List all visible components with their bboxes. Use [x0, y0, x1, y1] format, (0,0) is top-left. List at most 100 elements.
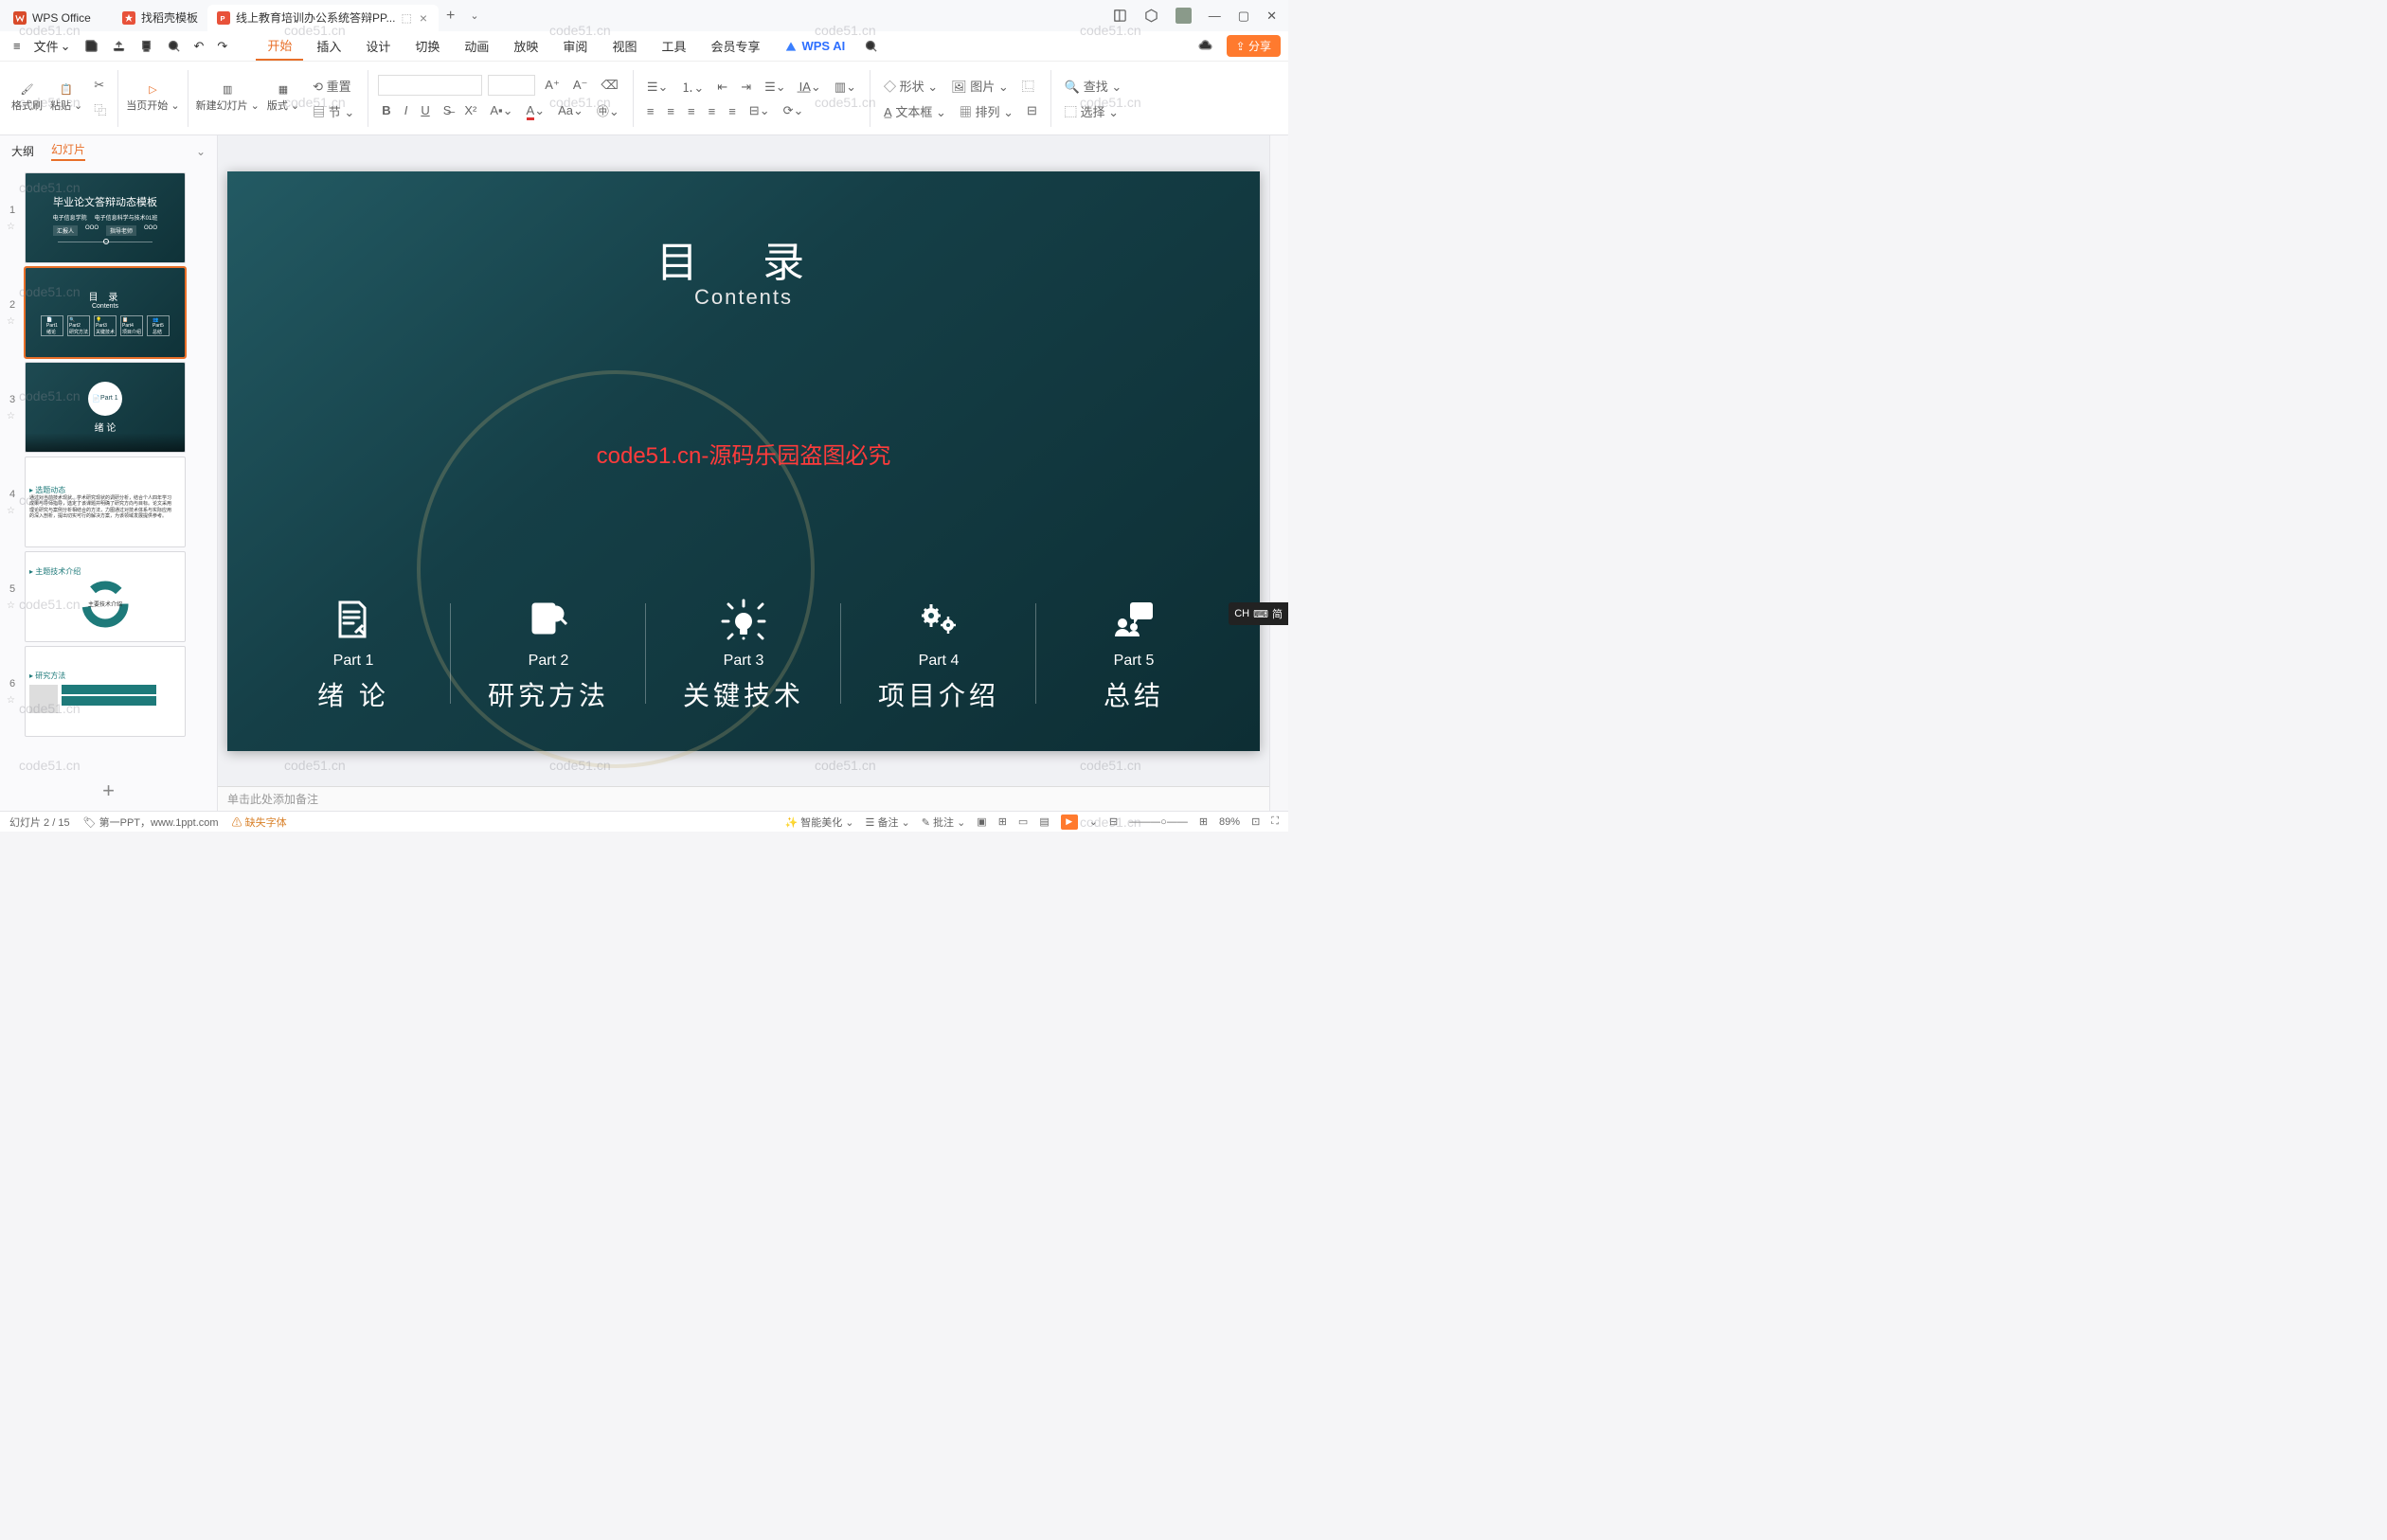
tab-template[interactable]: 找稻壳模板: [113, 5, 207, 31]
strike-icon[interactable]: S̶: [440, 101, 456, 119]
rotate-text-icon[interactable]: ⟳⌄: [780, 101, 808, 120]
beautify-button[interactable]: ✨ 智能美化 ⌄: [784, 815, 853, 830]
line-spacing-icon[interactable]: ☰⌄: [761, 78, 790, 97]
align-justify-icon[interactable]: ≡: [705, 102, 720, 120]
align-distribute-icon[interactable]: ≡: [725, 102, 740, 120]
tab-document[interactable]: P 线上教育培训办公系统答辩PP... ⬚ ×: [207, 5, 439, 31]
slide-canvas[interactable]: 目 录 Contents code51.cn-源码乐园盗图必究 Part 1 绪…: [227, 171, 1260, 751]
cut-icon[interactable]: ✂: [90, 76, 110, 95]
format-brush-button[interactable]: 🖌格式刷: [8, 81, 46, 115]
workspace-icon[interactable]: [1113, 8, 1127, 24]
normal-view-icon[interactable]: ▣: [977, 815, 986, 828]
from-current-button[interactable]: ▷当页开始 ⌄: [122, 81, 183, 115]
ime-indicator[interactable]: CH ⌨ 简: [1229, 602, 1288, 625]
increase-font-icon[interactable]: A⁺: [541, 76, 564, 95]
search-icon[interactable]: [858, 39, 884, 53]
layout-button[interactable]: ▦版式 ⌄: [263, 81, 303, 115]
zoom-out-icon[interactable]: ⊟: [1109, 815, 1118, 828]
notes-toggle[interactable]: ☰ 备注 ⌄: [866, 815, 910, 830]
reading-view-icon[interactable]: ▭: [1018, 815, 1028, 828]
menutab-vip[interactable]: 会员专享: [699, 31, 771, 61]
missing-font-warning[interactable]: ⚠ 缺失字体: [232, 815, 287, 830]
align-center-icon[interactable]: ≡: [663, 102, 678, 120]
notes-input[interactable]: 单击此处添加备注: [218, 786, 1269, 811]
menutab-tools[interactable]: 工具: [650, 31, 697, 61]
fullscreen-icon[interactable]: ⛶: [1271, 815, 1279, 828]
panel-chevron-icon[interactable]: ⌄: [196, 145, 206, 158]
thumb-row[interactable]: 5☆ ▸ 主题技术介绍主要技术介绍: [0, 549, 217, 644]
change-case-icon[interactable]: Aa⌄: [554, 101, 587, 120]
play-dropdown[interactable]: ⌄: [1089, 815, 1098, 828]
indent-right-icon[interactable]: ⇥: [737, 78, 755, 97]
thumb-row[interactable]: 2☆ 目 录Contents📄Part1绪论🔍Part2研究方法💡Part3关键…: [0, 265, 217, 360]
save-icon[interactable]: [79, 39, 104, 53]
picture-button[interactable]: 🖼 图片 ⌄: [947, 75, 1013, 97]
new-slide-button[interactable]: ▥新建幻灯片 ⌄: [192, 81, 263, 115]
align-left-icon[interactable]: ≡: [643, 102, 658, 120]
user-avatar[interactable]: [1176, 8, 1192, 24]
italic-icon[interactable]: I: [401, 101, 412, 119]
columns-icon[interactable]: ▥⌄: [831, 78, 860, 97]
superscript-icon[interactable]: X²: [460, 101, 480, 119]
indent-left-icon[interactable]: ⇤: [713, 78, 731, 97]
preview-icon[interactable]: [161, 39, 187, 53]
valign-icon[interactable]: ⊟⌄: [745, 101, 774, 120]
textbox-button[interactable]: A̲ 文本框 ⌄: [880, 100, 950, 122]
menutab-review[interactable]: 审阅: [551, 31, 599, 61]
group-icon[interactable]: ⿺: [1018, 75, 1038, 97]
menutab-view[interactable]: 视图: [601, 31, 648, 61]
tab-options-button[interactable]: ⌄: [462, 9, 486, 22]
menutab-insert[interactable]: 插入: [305, 31, 352, 61]
template-source[interactable]: 🏷 第一PPT，www.1ppt.com: [83, 815, 219, 830]
tab-home[interactable]: WPS Office: [4, 5, 113, 31]
thumb-row[interactable]: 1☆ 毕业论文答辩动态模板电子信息学院电子信息科学与技术01班汇报人OOO指导老…: [0, 170, 217, 265]
align-icon[interactable]: ⊟: [1023, 101, 1041, 120]
slides-tab[interactable]: 幻灯片: [51, 141, 85, 161]
font-color-icon[interactable]: A⌄: [523, 101, 549, 120]
copy-icon[interactable]: ⿻: [90, 98, 110, 120]
find-button[interactable]: 🔍 查找 ⌄: [1061, 75, 1125, 97]
comments-toggle[interactable]: ✎ 批注 ⌄: [922, 815, 966, 830]
close-window-button[interactable]: ✕: [1266, 8, 1277, 24]
font-effect-icon[interactable]: ㊥⌄: [593, 99, 623, 121]
menu-icon[interactable]: ≡: [8, 39, 27, 53]
share-button[interactable]: ⇪ 分享: [1227, 35, 1281, 57]
bold-icon[interactable]: B: [378, 101, 394, 119]
numbering-icon[interactable]: ⒈⌄: [677, 76, 708, 98]
thumb-row[interactable]: 6☆ ▸ 研究方法: [0, 644, 217, 739]
section-button[interactable]: ▤ 节 ⌄: [309, 100, 358, 122]
menutab-start[interactable]: 开始: [256, 31, 303, 61]
thumb-row[interactable]: 3☆ 📄Part 1绪 论: [0, 360, 217, 455]
menutab-ai[interactable]: WPS AI: [773, 31, 856, 61]
outline-tab[interactable]: 大纲: [11, 143, 34, 159]
cloud-icon[interactable]: [1197, 37, 1213, 56]
undo-icon[interactable]: ↶: [188, 39, 210, 54]
print-icon[interactable]: [134, 39, 159, 53]
underline-icon[interactable]: U: [417, 101, 433, 119]
zoom-in-icon[interactable]: ⊞: [1199, 815, 1208, 828]
arrange-button[interactable]: ▦ 排列 ⌄: [956, 100, 1017, 122]
maximize-button[interactable]: ▢: [1238, 8, 1249, 24]
font-family-select[interactable]: [378, 75, 482, 96]
add-slide-button[interactable]: +: [0, 771, 217, 811]
select-button[interactable]: ⬚ 选择 ⌄: [1061, 100, 1122, 122]
play-button[interactable]: ▶: [1061, 815, 1078, 830]
minimize-button[interactable]: —: [1209, 8, 1221, 24]
menutab-slideshow[interactable]: 放映: [502, 31, 549, 61]
zoom-level[interactable]: 89%: [1219, 816, 1240, 828]
redo-icon[interactable]: ↷: [211, 39, 233, 54]
fit-icon[interactable]: ⊡: [1251, 815, 1260, 828]
slideshow-view-icon[interactable]: ▤: [1039, 815, 1049, 828]
export-icon[interactable]: [106, 39, 132, 53]
tab-close-button[interactable]: ×: [418, 10, 429, 26]
shape-button[interactable]: ◇ 形状 ⌄: [880, 75, 942, 97]
paste-button[interactable]: 📋粘贴 ⌄: [46, 81, 86, 115]
align-right-icon[interactable]: ≡: [684, 102, 699, 120]
box-icon[interactable]: [1144, 8, 1158, 24]
clear-format-icon[interactable]: ⌫: [597, 76, 621, 95]
reset-button[interactable]: ⟲ 重置: [309, 75, 355, 97]
menutab-design[interactable]: 设计: [354, 31, 402, 61]
highlight-icon[interactable]: A▪⌄: [486, 101, 516, 120]
sorter-view-icon[interactable]: ⊞: [998, 815, 1007, 828]
thumb-row[interactable]: 4☆ ▸ 选题动态通过对当前技术现状、学术研究现状的调研分析，结合个人四年学习成…: [0, 455, 217, 549]
